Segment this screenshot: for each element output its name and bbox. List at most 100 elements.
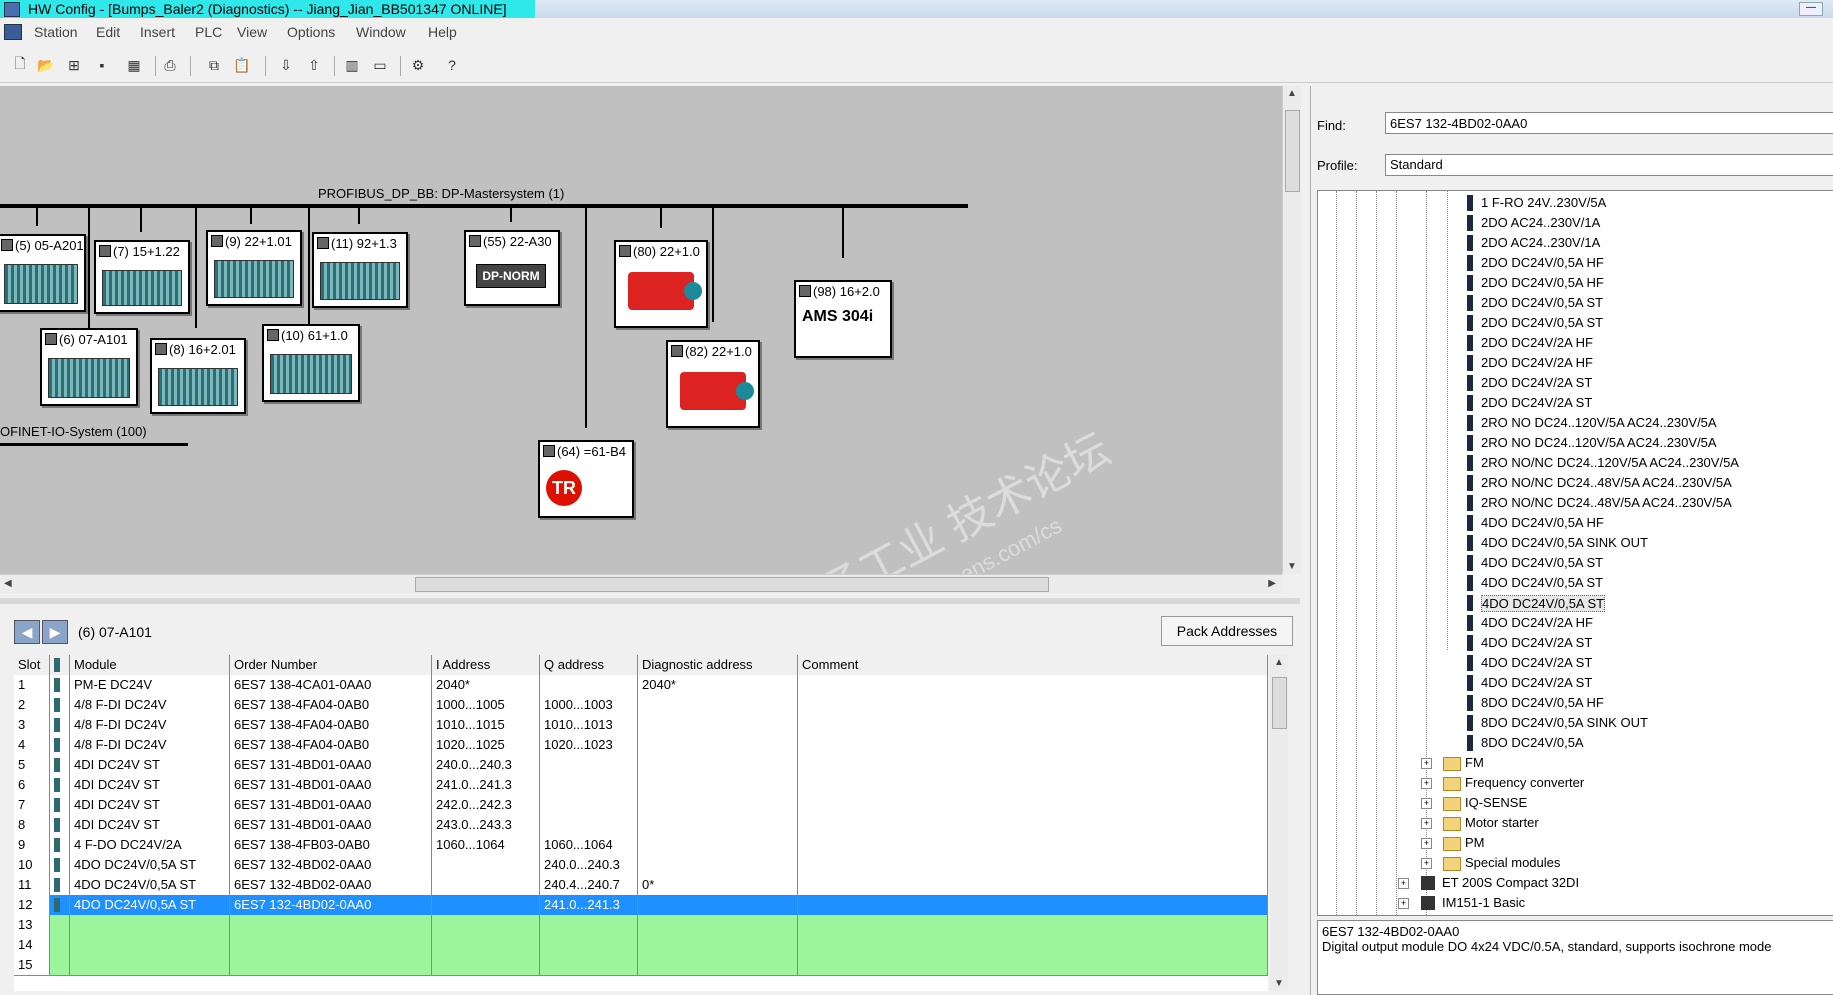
catalog-leaf-item[interactable]: 2DO AC24..230V/1A [1318, 213, 1833, 233]
catalog-station[interactable]: + ET 200S Compact 32DI [1318, 873, 1833, 893]
slave-22-A30[interactable]: (55) 22-A30 DP-NORM [464, 230, 560, 306]
catalog-leaf-item[interactable]: 2DO DC24V/0,5A ST [1318, 293, 1833, 313]
catalog-leaf-item[interactable]: 4DO DC24V/0,5A HF [1318, 513, 1833, 533]
catalog-leaf-item[interactable]: 2RO NO/NC DC24..48V/5A AC24..230V/5A [1318, 493, 1833, 513]
slave-92-1.3[interactable]: (11) 92+1.3 [312, 232, 408, 308]
diagnostics-icon[interactable]: ⚙ [408, 55, 428, 75]
catalog-leaf-item[interactable]: 2DO AC24..230V/1A [1318, 233, 1833, 253]
column-header[interactable]: Diagnostic address [638, 655, 798, 675]
catalog-leaf-item[interactable]: 1 F-RO 24V..230V/5A [1318, 193, 1833, 213]
table-row[interactable]: 8 4DI DC24V ST 6ES7 131-4BD01-0AA0 243.0...… [14, 815, 1268, 836]
table-row[interactable]: 14 [14, 935, 1268, 956]
catalog-folder[interactable]: + FM [1318, 753, 1833, 773]
download-icon[interactable]: ⇩ [276, 55, 296, 75]
menu-options[interactable]: Options [287, 24, 335, 40]
table-row[interactable]: 11 4DO DC24V/0,5A ST 6ES7 132-4BD02-0AA0 24… [14, 875, 1268, 896]
back-arrow-icon[interactable]: ◀ [14, 620, 40, 644]
expand-plus-icon[interactable]: + [1421, 858, 1432, 869]
catalog-leaf-item[interactable]: 2DO DC24V/0,5A ST [1318, 313, 1833, 333]
column-header[interactable]: I Address [432, 655, 540, 675]
pane-splitter[interactable] [0, 598, 1300, 604]
menu-plc[interactable]: PLC [195, 24, 222, 40]
slave-16-2.01[interactable]: (8) 16+2.01 [150, 338, 246, 414]
expand-plus-icon[interactable]: + [1421, 778, 1432, 789]
save-compile-icon[interactable]: ▦ [124, 55, 144, 75]
catalog-leaf-item[interactable]: 4DO DC24V/2A ST [1318, 673, 1833, 693]
menu-window[interactable]: Window [356, 24, 406, 40]
catalog-folder[interactable]: + Special modules [1318, 853, 1833, 873]
column-header[interactable]: Q address [540, 655, 638, 675]
catalog-folder[interactable]: + Motor starter [1318, 813, 1833, 833]
expand-plus-icon[interactable]: + [1421, 838, 1432, 849]
column-header[interactable]: Slot [14, 655, 50, 675]
forward-arrow-icon[interactable]: ▶ [42, 620, 68, 644]
scroll-right-arrow[interactable]: ▶ [1268, 578, 1276, 589]
catalog-leaf-item[interactable]: 4DO DC24V/2A HF [1318, 613, 1833, 633]
table-row[interactable]: 4 4/8 F-DI DC24V 6ES7 138-4FA04-0AB0 1020..… [14, 735, 1268, 756]
slave-15-1.22[interactable]: (7) 15+1.22 [94, 240, 190, 314]
slave-22-1.0-encoder-2[interactable]: (82) 22+1.0 [666, 340, 760, 428]
scroll-up-arrow[interactable]: ▲ [1287, 88, 1297, 99]
catalog-leaf-item[interactable]: 2DO DC24V/2A ST [1318, 393, 1833, 413]
expand-plus-icon[interactable]: + [1421, 758, 1432, 769]
new-icon[interactable]: 🗋 [10, 55, 30, 75]
table-row[interactable]: 10 4DO DC24V/0,5A ST 6ES7 132-4BD02-0AA0 24… [14, 855, 1268, 876]
view-icon[interactable]: ▭ [370, 55, 390, 75]
station-menu-icon[interactable] [4, 24, 22, 40]
expand-plus-icon[interactable]: + [1421, 818, 1432, 829]
pack-addresses-button[interactable]: Pack Addresses [1161, 616, 1293, 646]
catalog-leaf-item[interactable]: 4DO DC24V/0,5A ST [1318, 573, 1833, 593]
print-icon[interactable]: ⎙ [160, 55, 180, 75]
table-row[interactable]: 13 [14, 915, 1268, 936]
slave-22-1.01[interactable]: (9) 22+1.01 [206, 230, 302, 306]
catalog-station[interactable]: + IM151-1 Basic [1318, 893, 1833, 913]
catalog-leaf-item[interactable]: 8DO DC24V/0,5A SINK OUT [1318, 713, 1833, 733]
paste-icon[interactable]: 📋 [232, 55, 252, 75]
catalog-leaf-item[interactable]: 4DO DC24V/2A ST [1318, 633, 1833, 653]
slave-05-A201[interactable]: (5) 05-A201 [0, 234, 86, 312]
catalog-leaf-item[interactable]: 2DO DC24V/2A HF [1318, 353, 1833, 373]
slave-07-A101[interactable]: (6) 07-A101 [40, 328, 138, 406]
column-header[interactable]: Comment [798, 655, 1268, 675]
table-row[interactable]: 3 4/8 F-DI DC24V 6ES7 138-4FA04-0AB0 1010..… [14, 715, 1268, 736]
catalog-leaf-item[interactable]: 2DO DC24V/0,5A HF [1318, 253, 1833, 273]
catalog-leaf-item[interactable]: 2RO NO/NC DC24..48V/5A AC24..230V/5A [1318, 473, 1833, 493]
expand-plus-icon[interactable]: + [1421, 798, 1432, 809]
catalog-folder[interactable]: + PM [1318, 833, 1833, 853]
table-row[interactable]: 15 [14, 955, 1268, 976]
network-icon[interactable]: ⊞ [64, 55, 84, 75]
catalog-leaf-item[interactable]: 2DO DC24V/2A HF [1318, 333, 1833, 353]
catalog-leaf-item[interactable]: 2RO NO DC24..120V/5A AC24..230V/5A [1318, 413, 1833, 433]
slave-61-1.0[interactable]: (10) 61+1.0 [262, 324, 360, 402]
copy-icon[interactable]: ⧉ [204, 55, 224, 75]
column-header[interactable]: Order Number [230, 655, 432, 675]
slave-16-2.0-ams[interactable]: (98) 16+2.0 AMS 304i [794, 280, 892, 358]
save-icon[interactable]: ▪ [92, 55, 112, 75]
table-row[interactable]: 2 4/8 F-DI DC24V 6ES7 138-4FA04-0AB0 1000..… [14, 695, 1268, 716]
menu-insert[interactable]: Insert [140, 24, 175, 40]
scroll-up-arrow[interactable]: ▲ [1274, 657, 1284, 668]
scroll-down-arrow[interactable]: ▼ [1274, 978, 1284, 989]
open-icon[interactable]: 📂 [36, 55, 56, 75]
column-header[interactable]: Module [70, 655, 230, 675]
catalog-leaf-item[interactable]: 2DO DC24V/2A ST [1318, 373, 1833, 393]
menu-edit[interactable]: Edit [96, 24, 120, 40]
catalog-leaf-item[interactable]: 2RO NO/NC DC24..120V/5A AC24..230V/5A [1318, 453, 1833, 473]
table-row[interactable]: 12 4DO DC24V/0,5A ST 6ES7 132-4BD02-0AA0 24… [14, 895, 1268, 916]
expand-plus-icon[interactable]: + [1398, 878, 1409, 889]
catalog-leaf-item[interactable]: 2DO DC24V/0,5A HF [1318, 273, 1833, 293]
scroll-thumb[interactable] [415, 577, 1049, 592]
catalog-leaf-item[interactable]: 4DO DC24V/2A ST [1318, 653, 1833, 673]
minimize-button[interactable]: — [1799, 2, 1823, 16]
table-row[interactable]: 94 F-DO DC24V/2A 6ES7 138-4FB03-0AB0 1060.… [14, 835, 1268, 856]
table-vertical-scrollbar[interactable]: ▲ ▼ [1270, 655, 1288, 991]
upload-icon[interactable]: ⇧ [304, 55, 324, 75]
catalog-leaf-item[interactable]: 8DO DC24V/0,5A HF [1318, 693, 1833, 713]
scroll-left-arrow[interactable]: ◀ [4, 578, 12, 589]
expand-plus-icon[interactable]: + [1398, 898, 1409, 909]
catalog-folder[interactable]: + Frequency converter [1318, 773, 1833, 793]
scroll-thumb[interactable] [1272, 677, 1287, 729]
slave-22-1.0-encoder[interactable]: (80) 22+1.0 [614, 240, 708, 328]
column-header[interactable] [50, 655, 70, 675]
table-row[interactable]: 1 PM-E DC24V 6ES7 138-4CA01-0AA0 2040* 2040* [14, 675, 1268, 696]
